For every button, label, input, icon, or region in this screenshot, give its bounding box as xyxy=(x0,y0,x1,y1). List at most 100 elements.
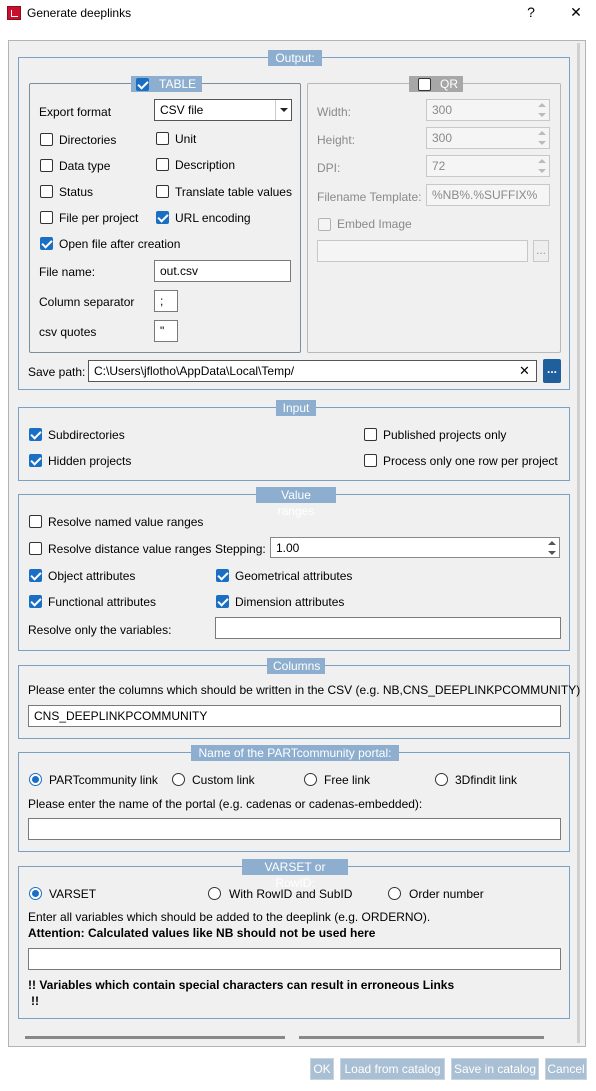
stepping-label: Stepping: xyxy=(215,542,266,556)
resolve-distance-label: Resolve distance value ranges xyxy=(48,542,212,556)
file-name-label: File name: xyxy=(39,265,96,279)
resolve-distance-checkbox[interactable] xyxy=(29,542,42,555)
varset-radio[interactable] xyxy=(29,887,42,900)
directories-checkbox[interactable] xyxy=(40,133,53,146)
cancel-button[interactable]: Cancel xyxy=(545,1058,587,1080)
published-only-label: Published projects only xyxy=(383,428,507,442)
filename-template-input[interactable]: %NB%.%SUFFIX% xyxy=(426,184,550,206)
columns-input[interactable]: CNS_DEEPLINKPCOMMUNITY xyxy=(28,705,561,727)
3dfindit-link-label: 3Dfindit link xyxy=(455,773,518,787)
file-name-input[interactable]: out.csv xyxy=(154,260,291,282)
order-number-radio[interactable] xyxy=(388,887,401,900)
table-subgroup: TABLE Export format CSV file Directories… xyxy=(29,76,301,353)
stepping-spinner[interactable] xyxy=(547,540,557,556)
qr-width-input[interactable]: 300 xyxy=(426,99,550,121)
unit-checkbox[interactable] xyxy=(156,132,169,145)
portal-name-input[interactable] xyxy=(28,818,561,840)
save-path-input[interactable]: C:\Users\jflotho\AppData\Local\Temp/ xyxy=(88,360,537,382)
url-encoding-checkbox[interactable] xyxy=(156,211,169,224)
vertical-scrollbar[interactable] xyxy=(577,43,580,1043)
free-link-radio[interactable] xyxy=(304,773,317,786)
export-format-select[interactable]: CSV file xyxy=(154,99,292,121)
subdirectories-checkbox[interactable] xyxy=(29,428,42,441)
column-separator-input[interactable]: ; xyxy=(154,290,178,312)
qr-dpi-input[interactable]: 72 xyxy=(426,155,550,177)
qr-height-label: Height: xyxy=(317,133,356,147)
object-attributes-checkbox[interactable] xyxy=(29,569,42,582)
clear-icon[interactable]: ✕ xyxy=(519,363,530,379)
partcommunity-link-radio[interactable] xyxy=(29,773,42,786)
embed-image-path-input[interactable] xyxy=(317,240,528,262)
one-row-label: Process only one row per project xyxy=(383,454,558,468)
help-button[interactable]: ? xyxy=(521,4,541,20)
chevron-down-icon xyxy=(275,100,291,120)
status-label: Status xyxy=(59,185,94,199)
order-number-label: Order number xyxy=(409,887,484,901)
resolve-named-label: Resolve named value ranges xyxy=(48,515,204,529)
dimension-attributes-checkbox[interactable] xyxy=(216,595,229,608)
subdirectories-label: Subdirectories xyxy=(48,428,125,442)
varset-group: VARSET or RowID: VARSET With RowID and S… xyxy=(18,859,570,1019)
qr-dpi-spinner[interactable] xyxy=(537,158,547,174)
qr-height-input[interactable]: 300 xyxy=(426,127,550,149)
qr-width-label: Width: xyxy=(317,105,352,119)
csv-quotes-input[interactable]: " xyxy=(154,320,178,342)
geometrical-attributes-checkbox[interactable] xyxy=(216,569,229,582)
save-path-label: Save path: xyxy=(28,365,86,379)
partcommunity-link-label: PARTcommunity link xyxy=(49,773,158,787)
custom-link-radio[interactable] xyxy=(172,773,185,786)
varset-input[interactable] xyxy=(28,948,561,970)
functional-attributes-label: Functional attributes xyxy=(48,595,157,609)
rowid-subid-radio[interactable] xyxy=(208,887,221,900)
horizontal-scrollbar[interactable] xyxy=(25,1036,285,1039)
description-label: Description xyxy=(175,158,236,172)
columns-title: Columns xyxy=(267,658,325,674)
translate-checkbox[interactable] xyxy=(156,185,169,198)
file-per-project-checkbox[interactable] xyxy=(40,211,53,224)
column-separator-label: Column separator xyxy=(39,295,135,309)
hidden-projects-label: Hidden projects xyxy=(48,454,132,468)
data-type-checkbox[interactable] xyxy=(40,159,53,172)
save-in-catalog-button[interactable]: Save in catalog xyxy=(451,1058,539,1080)
description-checkbox[interactable] xyxy=(156,158,169,171)
horizontal-scrollbar-track[interactable] xyxy=(299,1036,544,1039)
stepping-input[interactable]: 1.00 xyxy=(270,537,560,558)
close-button[interactable]: ✕ xyxy=(566,4,586,21)
columns-group: Columns Please enter the columns which s… xyxy=(18,658,580,739)
save-path-browse-button[interactable]: ... xyxy=(543,359,561,383)
varset-title: VARSET or RowID: xyxy=(242,859,348,890)
embed-image-browse-button[interactable]: ... xyxy=(533,240,549,262)
qr-width-spinner[interactable] xyxy=(537,102,547,118)
csv-quotes-label: csv quotes xyxy=(39,325,97,339)
object-attributes-label: Object attributes xyxy=(48,569,136,583)
translate-label: Translate table values xyxy=(175,185,292,199)
table-checkbox[interactable] xyxy=(136,78,149,91)
qr-height-spinner[interactable] xyxy=(537,130,547,146)
table-title: TABLE xyxy=(159,77,197,91)
qr-checkbox[interactable] xyxy=(418,78,431,91)
resolve-vars-input[interactable] xyxy=(215,617,561,639)
resolve-named-checkbox[interactable] xyxy=(29,515,42,528)
embed-image-checkbox[interactable] xyxy=(318,218,331,231)
3dfindit-link-radio[interactable] xyxy=(435,773,448,786)
url-encoding-label: URL encoding xyxy=(175,211,251,225)
status-checkbox[interactable] xyxy=(40,185,53,198)
varset-warning-cont: !! xyxy=(31,994,39,1008)
varset-label: VARSET xyxy=(49,887,97,901)
published-only-checkbox[interactable] xyxy=(364,428,377,441)
filename-template-label: Filename Template: xyxy=(317,190,422,204)
embed-image-label: Embed Image xyxy=(337,217,412,231)
value-ranges-title: Value ranges xyxy=(256,487,336,518)
directories-label: Directories xyxy=(59,133,117,147)
open-file-checkbox[interactable] xyxy=(40,237,53,250)
value-ranges-group: Value ranges Resolve named value ranges … xyxy=(18,487,570,651)
functional-attributes-checkbox[interactable] xyxy=(29,595,42,608)
custom-link-label: Custom link xyxy=(192,773,255,787)
qr-width-value: 300 xyxy=(432,103,453,117)
one-row-checkbox[interactable] xyxy=(364,454,377,467)
load-from-catalog-button[interactable]: Load from catalog xyxy=(340,1058,445,1080)
window-title: Generate deeplinks xyxy=(27,6,132,20)
ok-button[interactable]: OK xyxy=(310,1058,334,1080)
hidden-projects-checkbox[interactable] xyxy=(29,454,42,467)
unit-label: Unit xyxy=(175,132,197,146)
